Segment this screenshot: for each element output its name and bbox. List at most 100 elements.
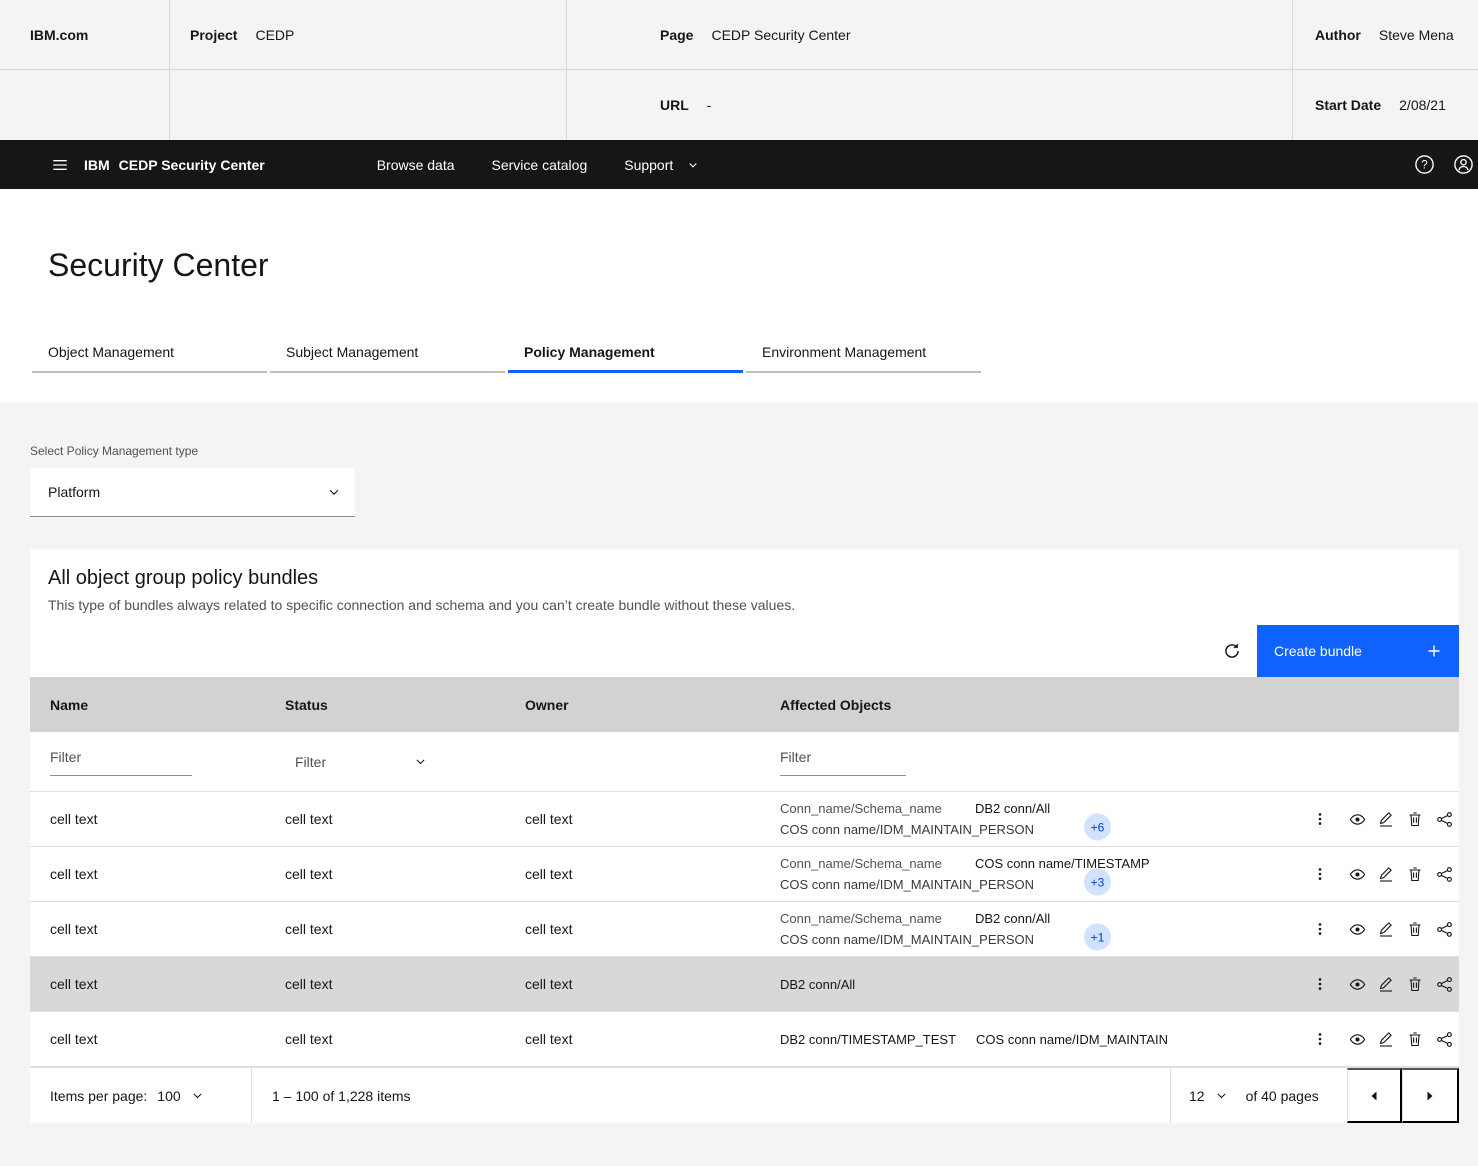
cell-owner-text: cell text: [525, 1031, 572, 1047]
author-label: Author: [1315, 27, 1361, 43]
delete-icon[interactable]: [1406, 975, 1424, 993]
start-date-label: Start Date: [1315, 97, 1381, 113]
view-icon[interactable]: [1348, 920, 1366, 938]
chevron-down-icon: [1215, 1089, 1228, 1102]
author-value: Steve Mena: [1379, 27, 1454, 43]
site-name: IBM.com: [30, 27, 88, 43]
meta-col-site: IBM.com: [0, 0, 170, 140]
affected-label: Conn_name/Schema_name: [780, 908, 975, 929]
user-avatar-icon[interactable]: [1451, 153, 1475, 177]
project-value: CEDP: [255, 27, 294, 43]
policy-type-dropdown[interactable]: Platform: [30, 468, 355, 517]
flow-icon[interactable]: [1435, 810, 1453, 828]
cell-name-text: cell text: [50, 866, 97, 882]
affected-value: COS conn name/TIMESTAMP: [975, 853, 1150, 874]
name-filter-input[interactable]: Filter: [50, 747, 192, 776]
policy-type-label: Select Policy Management type: [30, 444, 1448, 458]
product-name[interactable]: CEDP Security Center: [119, 157, 265, 173]
flow-icon[interactable]: [1435, 920, 1453, 938]
edit-icon[interactable]: [1377, 810, 1395, 828]
overflow-menu-icon[interactable]: [1311, 810, 1329, 828]
create-bundle-label: Create bundle: [1274, 643, 1362, 659]
previous-page-button[interactable]: [1347, 1068, 1402, 1123]
bundles-subtitle: This type of bundles always related to s…: [48, 597, 1441, 613]
cell-owner-text: cell text: [525, 976, 572, 992]
overflow-menu-icon[interactable]: [1311, 975, 1329, 993]
table-row[interactable]: cell text cell text cell text DB2 conn/A…: [30, 957, 1459, 1012]
items-per-page-value: 100: [157, 1088, 180, 1104]
cell-status-text: cell text: [285, 1031, 332, 1047]
nav-links: Browse data Service catalog Support: [377, 157, 700, 173]
flow-icon[interactable]: [1435, 865, 1453, 883]
affected-filter-input[interactable]: Filter: [780, 747, 906, 776]
cell-owner-text: cell text: [525, 921, 572, 937]
overflow-menu-icon[interactable]: [1311, 920, 1329, 938]
edit-icon[interactable]: [1377, 865, 1395, 883]
bundles-card: All object group policy bundles This typ…: [30, 549, 1459, 1123]
view-icon[interactable]: [1348, 1030, 1366, 1048]
nav-link-browse-data[interactable]: Browse data: [377, 157, 455, 173]
affected-line2: COS conn name/IDM_MAINTAIN_PERSON: [780, 819, 1050, 840]
nav-link-support[interactable]: Support: [624, 157, 699, 173]
table-row[interactable]: cell text cell text cell text DB2 conn/T…: [30, 1012, 1459, 1067]
table-row[interactable]: cell text cell text cell text Conn_name/…: [30, 847, 1459, 902]
affected-value: DB2 conn/All: [975, 908, 1050, 929]
status-filter-label: Filter: [295, 754, 326, 770]
create-bundle-button[interactable]: Create bundle: [1257, 625, 1459, 677]
affected-line2: COS conn name/IDM_MAINTAIN_PERSON: [780, 929, 1050, 950]
page-number-select[interactable]: 12 of 40 pages: [1170, 1068, 1347, 1123]
edit-icon[interactable]: [1377, 1030, 1395, 1048]
hamburger-menu-icon[interactable]: [50, 155, 70, 175]
view-icon[interactable]: [1348, 975, 1366, 993]
cell-affected-objects: Conn_name/Schema_name DB2 conn/All COS c…: [780, 792, 1299, 846]
affected-value: DB2 conn/All: [780, 974, 855, 995]
affected-value: DB2 conn/TIMESTAMP_TEST: [780, 1029, 956, 1050]
delete-icon[interactable]: [1406, 920, 1424, 938]
affected-count-badge[interactable]: +1: [1084, 924, 1111, 951]
affected-count-badge[interactable]: +3: [1084, 869, 1111, 896]
edit-icon[interactable]: [1377, 975, 1395, 993]
items-per-page-select[interactable]: Items per page: 100: [30, 1068, 252, 1123]
tab-environment-management[interactable]: Environment Management: [746, 336, 981, 373]
overflow-menu-icon[interactable]: [1311, 1030, 1329, 1048]
delete-icon[interactable]: [1406, 1030, 1424, 1048]
cell-affected-objects: DB2 conn/All: [780, 957, 1299, 1011]
chevron-down-icon: [687, 159, 699, 171]
total-pages-text: of 40 pages: [1246, 1088, 1319, 1104]
flow-icon[interactable]: [1435, 1030, 1453, 1048]
next-page-button[interactable]: [1402, 1068, 1459, 1123]
chevron-down-icon: [414, 755, 427, 768]
overflow-menu-icon[interactable]: [1311, 865, 1329, 883]
ibm-brand[interactable]: IBM: [84, 157, 110, 173]
cell-status-text: cell text: [285, 921, 332, 937]
url-value: -: [707, 97, 712, 113]
chevron-down-icon: [191, 1089, 204, 1102]
cell-owner-text: cell text: [525, 866, 572, 882]
delete-icon[interactable]: [1406, 810, 1424, 828]
svg-text:?: ?: [1421, 159, 1427, 171]
cell-owner-text: cell text: [525, 811, 572, 827]
flow-icon[interactable]: [1435, 975, 1453, 993]
affected-count-badge[interactable]: +6: [1084, 814, 1111, 841]
cell-name-text: cell text: [50, 921, 97, 937]
affected-label: Conn_name/Schema_name: [780, 853, 975, 874]
view-icon[interactable]: [1348, 865, 1366, 883]
tab-policy-management[interactable]: Policy Management: [508, 336, 743, 373]
tab-subject-management[interactable]: Subject Management: [270, 336, 505, 373]
status-filter-dropdown[interactable]: Filter: [295, 754, 427, 770]
affected-label: Conn_name/Schema_name: [780, 798, 975, 819]
delete-icon[interactable]: [1406, 865, 1424, 883]
tab-object-management[interactable]: Object Management: [32, 336, 267, 373]
cell-name-text: cell text: [50, 1031, 97, 1047]
help-icon[interactable]: ?: [1412, 153, 1436, 177]
affected-value-2: COS conn name/IDM_MAINTAIN: [976, 1029, 1168, 1050]
edit-icon[interactable]: [1377, 920, 1395, 938]
table-row[interactable]: cell text cell text cell text Conn_name/…: [30, 902, 1459, 957]
nav-link-service-catalog[interactable]: Service catalog: [492, 157, 588, 173]
refresh-icon[interactable]: [1208, 627, 1256, 675]
items-per-page-label: Items per page:: [50, 1088, 147, 1104]
nav-right-icons: ?: [1412, 153, 1478, 177]
table-row[interactable]: cell text cell text cell text Conn_name/…: [30, 792, 1459, 847]
view-icon[interactable]: [1348, 810, 1366, 828]
bundles-card-head: All object group policy bundles This typ…: [30, 549, 1459, 613]
